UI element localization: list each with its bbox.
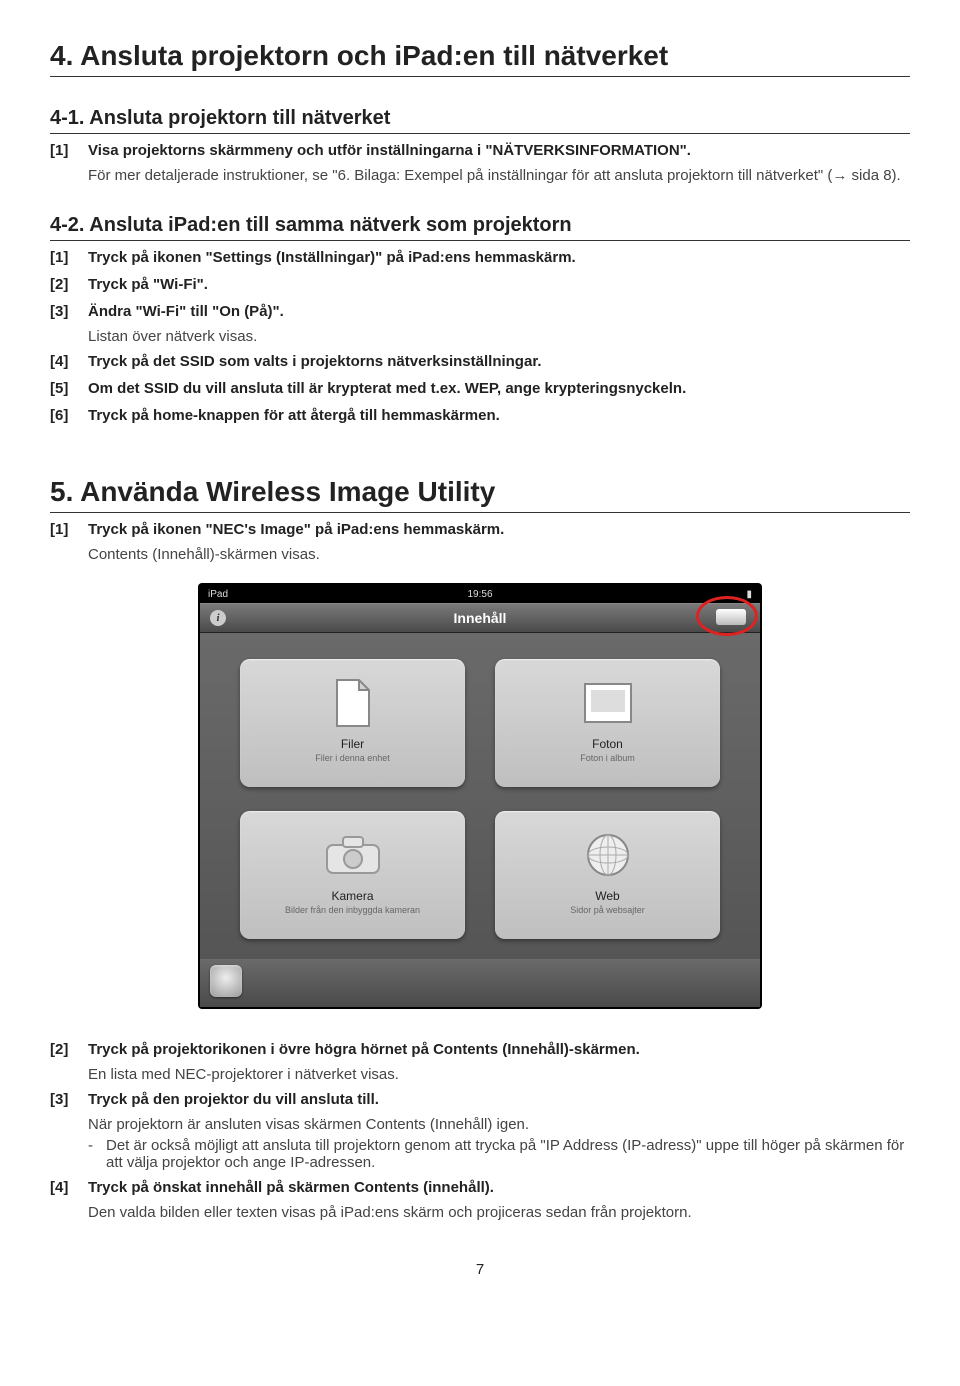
- app-header: i Innehåll: [200, 603, 760, 633]
- step-number: [3]: [50, 301, 88, 322]
- tile-sublabel: Bilder från den inbyggda kameran: [285, 905, 420, 915]
- tile-label: Web: [595, 889, 619, 903]
- tile-grid: Filer Filer i denna enhet Foton Foton i …: [200, 633, 760, 959]
- tile-filer[interactable]: Filer Filer i denna enhet: [240, 659, 465, 787]
- step-number: [2]: [50, 274, 88, 295]
- projector-icon[interactable]: [716, 609, 746, 625]
- heading-4-1: 4-1. Ansluta projektorn till nätverket: [50, 107, 910, 134]
- step-note: Den valda bilden eller texten visas på i…: [88, 1204, 910, 1221]
- info-icon[interactable]: i: [210, 610, 226, 626]
- step-note: För mer detaljerade instruktioner, se "6…: [88, 167, 910, 184]
- globe-icon: [580, 827, 636, 883]
- tile-foton[interactable]: Foton Foton i album: [495, 659, 720, 787]
- tile-kamera[interactable]: Kamera Bilder från den inbyggda kameran: [240, 811, 465, 939]
- tile-web[interactable]: Web Sidor på websajter: [495, 811, 720, 939]
- step-text: Tryck på det SSID som valts i projektorn…: [88, 351, 910, 372]
- step-number: [4]: [50, 1177, 88, 1198]
- step-note: Contents (Innehåll)-skärmen visas.: [88, 546, 910, 563]
- step-text: Visa projektorns skärmmeny och utför ins…: [88, 140, 910, 161]
- step-number: [6]: [50, 405, 88, 426]
- step-number: [1]: [50, 140, 88, 161]
- step-text: Om det SSID du vill ansluta till är kryp…: [88, 378, 910, 399]
- step-text: Tryck på önskat innehåll på skärmen Cont…: [88, 1177, 910, 1198]
- clock: 19:56: [467, 589, 492, 600]
- step-text: Tryck på ikonen "NEC's Image" på iPad:en…: [88, 519, 910, 540]
- document-icon: [325, 675, 381, 731]
- step-number: [5]: [50, 378, 88, 399]
- step-subnote: - Det är också möjligt att ansluta till …: [88, 1137, 910, 1171]
- step-text: Tryck på projektorikonen i övre högra hö…: [88, 1039, 910, 1060]
- app-footer: [200, 959, 760, 1007]
- battery-icon: ▮: [746, 589, 752, 600]
- camera-icon: [325, 827, 381, 883]
- tile-label: Foton: [592, 737, 623, 751]
- tile-label: Filer: [341, 737, 364, 751]
- photo-icon: [580, 675, 636, 731]
- page-number: 7: [50, 1261, 910, 1278]
- tile-label: Kamera: [331, 889, 373, 903]
- heading-5: 5. Använda Wireless Image Utility: [50, 476, 910, 513]
- step-number: [1]: [50, 519, 88, 540]
- dash: -: [88, 1137, 106, 1171]
- heading-4-2: 4-2. Ansluta iPad:en till samma nätverk …: [50, 214, 910, 241]
- step-note: En lista med NEC-projektorer i nätverket…: [88, 1066, 910, 1083]
- step-number: [3]: [50, 1089, 88, 1110]
- status-bar: iPad 19:56 ▮: [200, 585, 760, 603]
- heading-4: 4. Ansluta projektorn och iPad:en till n…: [50, 40, 910, 77]
- subnote-text: Det är också möjligt att ansluta till pr…: [106, 1137, 910, 1171]
- step-text: Tryck på ikonen "Settings (Inställningar…: [88, 247, 910, 268]
- step-text: Tryck på home-knappen för att återgå til…: [88, 405, 910, 426]
- step-note: Listan över nätverk visas.: [88, 328, 910, 345]
- step-note: När projektorn är ansluten visas skärmen…: [88, 1116, 910, 1133]
- step-text: Ändra "Wi-Fi" till "On (På)".: [88, 301, 910, 322]
- ipad-screenshot: iPad 19:56 ▮ i Innehåll Filer Filer i de…: [50, 583, 910, 1009]
- tile-sublabel: Sidor på websajter: [570, 905, 645, 915]
- tile-sublabel: Filer i denna enhet: [315, 753, 390, 763]
- step-text: Tryck på "Wi-Fi".: [88, 274, 910, 295]
- step-number: [1]: [50, 247, 88, 268]
- step-text: Tryck på den projektor du vill ansluta t…: [88, 1089, 910, 1110]
- gauge-icon[interactable]: [210, 965, 242, 997]
- app-title: Innehåll: [454, 610, 507, 626]
- device-label: iPad: [208, 589, 228, 600]
- step-number: [4]: [50, 351, 88, 372]
- tile-sublabel: Foton i album: [580, 753, 635, 763]
- step-number: [2]: [50, 1039, 88, 1060]
